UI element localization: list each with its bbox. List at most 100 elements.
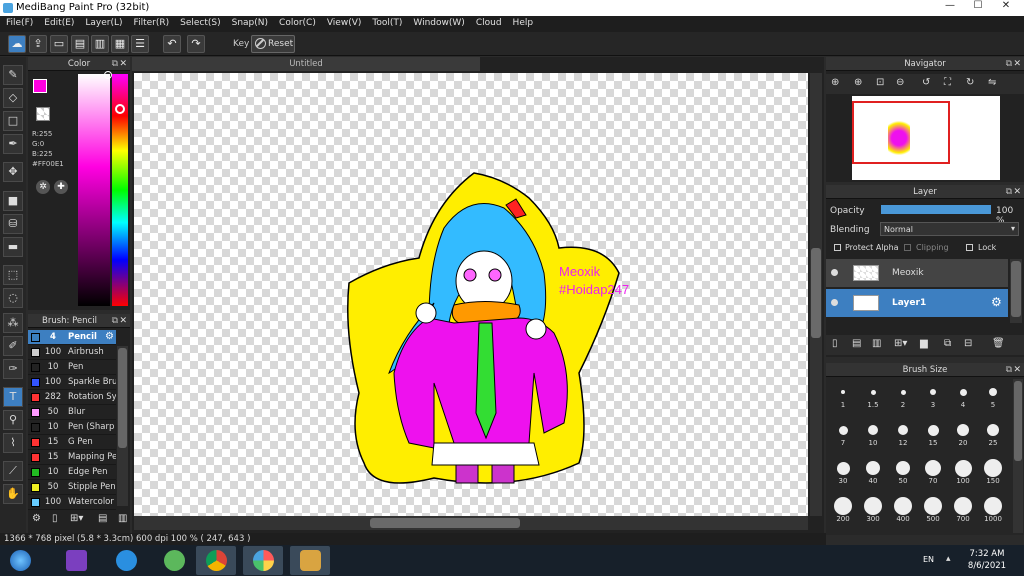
eyedropper-tool-icon[interactable]: ⌇ (3, 433, 23, 453)
undock-icon[interactable]: ⧉ (112, 314, 118, 328)
brush-properties-icon[interactable]: ▤ (98, 513, 112, 527)
duplicate-layer-icon[interactable]: ⧉ (944, 338, 951, 349)
add-layer-dropdown-icon[interactable]: ⊞▾ (894, 338, 907, 349)
eye-icon[interactable] (831, 269, 838, 276)
brush-item[interactable]: 10 Edge Pen (28, 465, 116, 480)
brush-size-option[interactable]: 2 (888, 381, 918, 409)
gear-icon[interactable]: ⚙ (105, 331, 114, 342)
reset-button[interactable]: Reset (251, 35, 295, 53)
layer-scroll-thumb[interactable] (1011, 261, 1021, 317)
brush-item[interactable]: 100 Sparkle Bru (28, 375, 116, 390)
menu-file[interactable]: File(F) (0, 16, 38, 28)
taskbar-app-green[interactable] (154, 546, 194, 575)
close-icon[interactable]: ✕ (1013, 57, 1021, 71)
brush-size-option[interactable]: 3 (918, 381, 948, 409)
hand-tool-icon[interactable]: ✋ (3, 484, 23, 504)
brush-size-option[interactable]: 200 (828, 495, 858, 523)
zoom-out-icon[interactable]: ⊖ (896, 77, 904, 88)
taskbar-paint[interactable] (290, 546, 330, 575)
select-eraser-tool-icon[interactable]: ✑ (3, 359, 23, 379)
undock-icon[interactable]: ⧉ (1006, 185, 1012, 199)
document-icon[interactable]: ▥ (91, 35, 109, 53)
fit-icon[interactable]: ⊡ (876, 77, 884, 88)
trash-icon[interactable]: 🗑 (992, 338, 1005, 349)
menu-view[interactable]: View(V) (321, 16, 367, 28)
brush-size-option[interactable]: 1 (828, 381, 858, 409)
brush-size-option[interactable]: 7 (828, 419, 858, 447)
menu-snap[interactable]: Snap(N) (226, 16, 273, 28)
new-halftone-layer-icon[interactable]: ▤ (852, 338, 861, 349)
vertical-scroll-thumb[interactable] (811, 248, 821, 338)
language-indicator[interactable]: EN (923, 555, 934, 564)
fit-screen-icon[interactable]: ⛶ (944, 77, 951, 88)
brush-list-scrollbar[interactable] (117, 346, 128, 506)
close-icon[interactable]: ✕ (1013, 363, 1021, 377)
folder-icon[interactable]: ▆ (920, 338, 928, 349)
palette-add-icon[interactable]: ✚ (54, 180, 68, 194)
list-icon[interactable]: ☰ (131, 35, 149, 53)
close-button[interactable]: ✕ (992, 0, 1020, 14)
brush-size-option[interactable]: 15 (918, 419, 948, 447)
magic-wand-tool-icon[interactable]: ⁂ (3, 313, 23, 333)
brush-size-option[interactable]: 25 (978, 419, 1008, 447)
rectangle-tool-icon[interactable]: □ (3, 111, 23, 131)
brush-size-option[interactable]: 40 (858, 457, 888, 485)
hue-handle[interactable] (115, 104, 125, 114)
layer-scrollbar[interactable] (1010, 259, 1022, 323)
horizontal-scroll-thumb[interactable] (370, 518, 520, 528)
brush-size-option[interactable]: 10 (858, 419, 888, 447)
brush-size-option[interactable]: 50 (888, 457, 918, 485)
brush-size-option[interactable]: 12 (888, 419, 918, 447)
brush-size-scrollbar[interactable] (1013, 379, 1023, 533)
select-pen-tool-icon[interactable]: ✐ (3, 336, 23, 356)
taskbar-visual-studio[interactable] (56, 546, 96, 575)
rotate-right-icon[interactable]: ↻ (966, 77, 974, 88)
clock[interactable]: 7:32 AM 8/6/2021 (962, 548, 1012, 572)
brush-size-option[interactable]: 150 (978, 457, 1008, 485)
brush-list-scroll-thumb[interactable] (118, 348, 127, 448)
undo-icon[interactable]: ↶ (163, 35, 181, 53)
gear-icon[interactable]: ⚙ (991, 295, 1002, 309)
divide-tool-icon[interactable]: ⟋ (3, 461, 23, 481)
new-8bit-layer-icon[interactable]: ▥ (872, 338, 881, 349)
opacity-slider[interactable] (880, 204, 992, 215)
undock-icon[interactable]: ⧉ (112, 57, 118, 71)
menu-edit[interactable]: Edit(E) (38, 16, 79, 28)
delete-brush-icon[interactable]: ▥ (118, 513, 130, 527)
hue-slider[interactable] (112, 74, 128, 306)
up-arrow-icon[interactable]: ▴ (946, 554, 951, 564)
redo-icon[interactable]: ↷ (187, 35, 205, 53)
brush-settings-icon[interactable]: ⚙ (32, 513, 46, 527)
protect-alpha-checkbox[interactable] (834, 244, 841, 251)
taskbar-chrome[interactable] (196, 546, 236, 575)
add-brush-dropdown-icon[interactable]: ⊞▾ (70, 513, 94, 527)
layer-row-layer1[interactable]: Layer1 ⚙ (826, 289, 1008, 317)
share-icon[interactable]: ⇪ (29, 35, 47, 53)
brush-size-option[interactable]: 70 (918, 457, 948, 485)
brush-tool-icon[interactable]: ✎ (3, 65, 23, 85)
brush-size-option[interactable]: 30 (828, 457, 858, 485)
menu-cloud[interactable]: Cloud (470, 16, 507, 28)
blending-select[interactable]: Normal ▾ (880, 222, 1019, 236)
taskbar-internet-explorer[interactable] (106, 546, 146, 575)
canvas-vertical-scrollbar[interactable] (810, 73, 822, 516)
color-picker-handle[interactable] (104, 71, 112, 79)
chat-icon[interactable]: ▭ (50, 35, 68, 53)
lasso-tool-icon[interactable]: ◌ (3, 288, 23, 308)
brush-item[interactable]: 50 Blur (28, 405, 116, 420)
saturation-value-picker[interactable] (78, 74, 110, 306)
comment-icon[interactable]: ▤ (71, 35, 89, 53)
maximize-button[interactable]: ☐ (964, 0, 992, 14)
undock-icon[interactable]: ⧉ (1006, 57, 1012, 71)
fill-rect-tool-icon[interactable]: ■ (3, 191, 23, 211)
brush-size-option[interactable]: 400 (888, 495, 918, 523)
zoom-in-icon[interactable]: ⊕ (854, 77, 862, 88)
start-button[interactable] (0, 546, 42, 575)
brush-item[interactable]: 10 Pen (28, 360, 116, 375)
brush-item[interactable]: 282 Rotation Sy (28, 390, 116, 405)
brush-item[interactable]: 4 Pencil ⚙ (28, 330, 116, 345)
brush-item[interactable]: 50 Stipple Pen (28, 480, 116, 495)
minimize-button[interactable]: — (936, 0, 964, 14)
menu-window[interactable]: Window(W) (407, 16, 469, 28)
close-icon[interactable]: ✕ (119, 57, 127, 71)
